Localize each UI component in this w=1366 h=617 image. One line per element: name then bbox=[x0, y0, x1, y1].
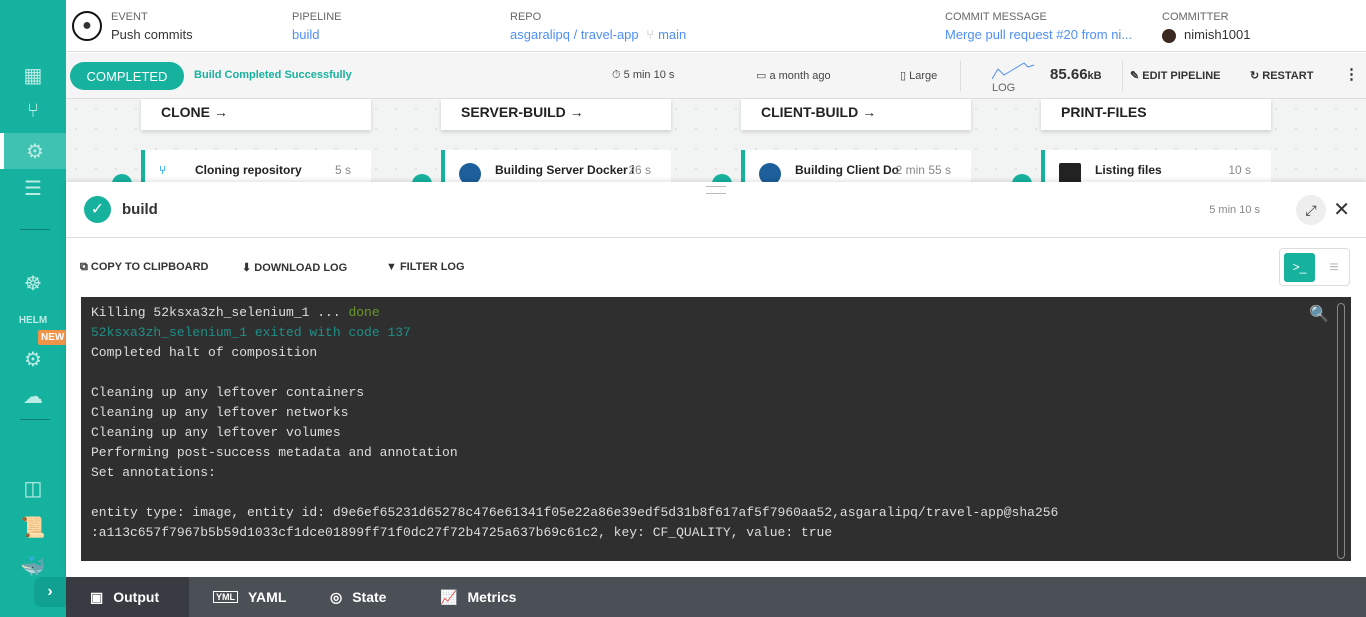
event-value: Push commits bbox=[111, 27, 193, 42]
more-menu-icon[interactable]: ⋮ bbox=[1344, 65, 1359, 83]
machine-size: Large bbox=[909, 70, 938, 82]
yaml-icon: YML bbox=[213, 591, 238, 603]
tab-metrics[interactable]: 📈 Metrics bbox=[416, 577, 516, 617]
state-icon: ◎ bbox=[330, 588, 343, 605]
docker-icon bbox=[759, 163, 781, 182]
gitops-icon[interactable]: ⚙ bbox=[0, 341, 66, 377]
pipeline-label: PIPELINE bbox=[292, 11, 342, 23]
stopwatch-icon: ⏱ bbox=[612, 69, 621, 81]
machine-size-icon: ▯ bbox=[900, 70, 907, 82]
tab-yaml[interactable]: YML YAML bbox=[189, 577, 286, 617]
status-badge: COMPLETED bbox=[70, 62, 184, 90]
log-sparkline bbox=[992, 62, 1035, 80]
step-status-icon bbox=[712, 174, 732, 182]
commit-link[interactable]: Merge pull request #20 from ni... bbox=[945, 27, 1132, 42]
step-status-icon bbox=[112, 174, 132, 182]
builds-gear-icon[interactable]: ⚙ bbox=[0, 133, 66, 169]
started-time: a month ago bbox=[769, 70, 831, 82]
event-label: EVENT bbox=[111, 11, 148, 23]
commit-label: COMMIT MESSAGE bbox=[945, 11, 1047, 23]
step-server-build[interactable]: Building Server Docker i 26 s bbox=[441, 150, 671, 182]
step-status-icon bbox=[1012, 174, 1032, 182]
step-status-icon bbox=[412, 174, 432, 182]
stage-clone[interactable]: CLONE → bbox=[141, 99, 371, 130]
close-icon[interactable]: ✕ bbox=[1333, 197, 1350, 222]
restart-button[interactable]: ↻ RESTART bbox=[1250, 69, 1313, 82]
avatar bbox=[1162, 28, 1176, 43]
calendar-icon: ▭ bbox=[756, 70, 767, 82]
step-clone[interactable]: ⑂ Cloning repository 5 s bbox=[141, 150, 371, 182]
cloud-icon[interactable]: ☁ bbox=[0, 378, 66, 414]
copy-to-clipboard-button[interactable]: ⧉ COPY TO CLIPBOARD bbox=[80, 261, 208, 274]
log-size[interactable]: 85.66kB bbox=[1050, 66, 1102, 83]
sidebar: ▦ ⑂ ⚙ ☰ ☸ HELM NEW ⚙ ☁ ◫ 📜 🐳 › bbox=[0, 0, 68, 617]
log-output[interactable]: Killing 52ksxa3zh_selenium_1 ... done 52k… bbox=[81, 297, 1351, 561]
panel-duration: 5 min 10 s bbox=[1209, 204, 1260, 216]
bottom-tabs: ▣ Output YML YAML ◎ State 📈 Metrics bbox=[66, 577, 1366, 617]
edit-pipeline-button[interactable]: ✎ EDIT PIPELINE bbox=[1130, 69, 1221, 82]
success-check-icon: ✓ bbox=[84, 196, 111, 223]
metrics-icon: 📈 bbox=[440, 588, 458, 605]
pipeline-stages: CLONE → SERVER-BUILD → CLIENT-BUILD → PR… bbox=[66, 99, 1366, 182]
terminal-icon: ▣ bbox=[90, 588, 104, 605]
download-log-button[interactable]: ⬇ DOWNLOAD LOG bbox=[242, 261, 347, 274]
tab-state[interactable]: ◎ State bbox=[306, 577, 386, 617]
branch-icon: ⑂ bbox=[646, 27, 655, 42]
committer-name: nimish1001 bbox=[1184, 27, 1251, 42]
repo-link[interactable]: asgaralipq / travel-app bbox=[510, 27, 639, 42]
filter-log-button[interactable]: ▼ FILTER LOG bbox=[386, 261, 465, 273]
pipelines-icon[interactable]: ⑂ bbox=[0, 93, 66, 129]
expand-icon[interactable]: ⤢ bbox=[1296, 195, 1326, 225]
expand-sidebar-button[interactable]: › bbox=[34, 577, 66, 607]
step-print-files[interactable]: Listing files 10 s bbox=[1041, 150, 1271, 182]
git-icon: ⑂ bbox=[159, 163, 167, 177]
status-bar: COMPLETED Build Completed Successfully ⏱… bbox=[66, 53, 1366, 99]
pipeline-link[interactable]: build bbox=[292, 27, 342, 42]
log-scrollbar[interactable] bbox=[1337, 303, 1345, 559]
log-view-toggle: >_ ≡ bbox=[1279, 248, 1350, 286]
docker-icon bbox=[459, 163, 481, 182]
steps-icon[interactable]: ☰ bbox=[0, 170, 66, 206]
stage-server-build[interactable]: SERVER-BUILD → bbox=[441, 99, 671, 130]
divider bbox=[20, 229, 50, 230]
step-client-build[interactable]: Building Client Do 2 min 55 s bbox=[741, 150, 971, 182]
divider bbox=[20, 419, 50, 420]
terminal-view-icon[interactable]: >_ bbox=[1284, 253, 1315, 282]
github-icon: ● bbox=[72, 11, 102, 41]
repo-label: REPO bbox=[510, 11, 542, 23]
step-log-panel: ✓ build 5 min 10 s ⤢ ✕ ⧉ COPY TO CLIPBOA… bbox=[66, 182, 1366, 577]
scroll-icon[interactable]: 📜 bbox=[0, 509, 66, 545]
dashboard-icon[interactable]: ▦ bbox=[0, 57, 66, 93]
stage-client-build[interactable]: CLIENT-BUILD → bbox=[741, 99, 971, 130]
status-message: Build Completed Successfully bbox=[194, 69, 352, 81]
kubernetes-icon[interactable]: ☸ bbox=[0, 265, 66, 301]
duration: 5 min 10 s bbox=[623, 69, 675, 81]
list-view-icon[interactable]: ≡ bbox=[1320, 253, 1348, 282]
build-header: ● EVENT Push commits PIPELINE build REPO as… bbox=[66, 0, 1366, 52]
tab-output[interactable]: ▣ Output bbox=[66, 577, 189, 617]
log-search-icon[interactable]: 🔍 bbox=[1309, 305, 1329, 325]
resize-handle[interactable] bbox=[706, 186, 726, 194]
stage-print-files[interactable]: PRINT-FILES bbox=[1041, 99, 1271, 130]
committer-label: COMMITTER bbox=[1162, 11, 1229, 23]
box-icon[interactable]: ◫ bbox=[0, 470, 66, 506]
log-label: LOG bbox=[992, 82, 1016, 94]
panel-title: build bbox=[122, 201, 158, 218]
code-icon bbox=[1059, 163, 1081, 182]
branch-link[interactable]: main bbox=[658, 27, 686, 42]
